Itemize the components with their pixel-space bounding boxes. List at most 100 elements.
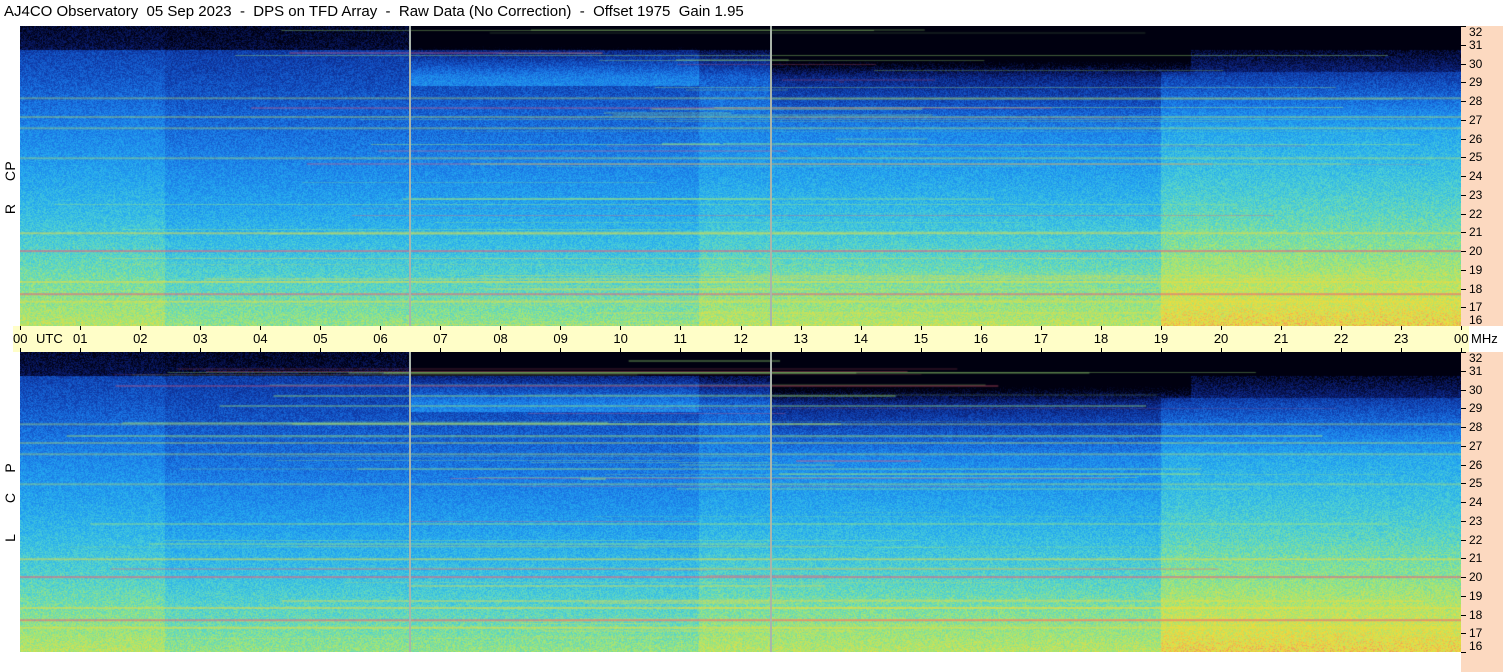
time-marker-line bbox=[409, 352, 412, 652]
utc-tick-label: 00 bbox=[13, 331, 28, 346]
utc-tick-label: 15 bbox=[913, 331, 929, 346]
rcp-spectrogram-image bbox=[20, 26, 1461, 326]
utc-tick bbox=[920, 326, 922, 330]
rcp-mhz-tick-label: 17 bbox=[1469, 300, 1483, 315]
lcp-polarization-label: P C L bbox=[0, 352, 20, 652]
lcp-spectrogram-image bbox=[20, 352, 1461, 652]
rcp-mhz-tick bbox=[1461, 119, 1466, 121]
lcp-mhz-tick-label: 26 bbox=[1469, 457, 1483, 472]
utc-tick bbox=[500, 326, 502, 330]
utc-tick bbox=[680, 326, 682, 330]
lcp-mhz-tick-label: 25 bbox=[1469, 476, 1483, 491]
utc-tick-label: 02 bbox=[133, 331, 148, 346]
utc-tick-label: 16 bbox=[973, 331, 989, 346]
rcp-mhz-tick bbox=[1461, 63, 1466, 65]
lcp-mhz-tick bbox=[1461, 502, 1466, 503]
utc-tick-label: 05 bbox=[313, 331, 328, 346]
time-marker-line bbox=[769, 26, 772, 326]
utc-tick-label: 20 bbox=[1213, 331, 1229, 346]
utc-tick bbox=[80, 326, 82, 330]
rcp-mhz-tick bbox=[1461, 213, 1466, 215]
utc-tick bbox=[1340, 326, 1342, 330]
lcp-letter-l: L bbox=[2, 534, 18, 542]
rcp-mhz-tick-label: 31 bbox=[1469, 37, 1483, 52]
utc-tick bbox=[620, 326, 622, 330]
lcp-mhz-tick-label: 23 bbox=[1469, 513, 1483, 528]
utc-tick bbox=[140, 326, 142, 330]
utc-tick bbox=[260, 326, 262, 330]
lcp-mhz-tick-label: 21 bbox=[1469, 551, 1483, 566]
lcp-mhz-tick-label: 29 bbox=[1469, 401, 1483, 416]
mhz-unit-label: MHz bbox=[1471, 331, 1498, 346]
rcp-mhz-tick bbox=[1461, 26, 1466, 27]
lcp-letter-p: P bbox=[2, 463, 18, 473]
rcp-mhz-tick-label: 23 bbox=[1469, 187, 1483, 202]
rcp-mhz-tick bbox=[1461, 176, 1466, 177]
lcp-mhz-tick-label: 32 bbox=[1469, 351, 1483, 365]
lcp-spectrogram-panel bbox=[20, 352, 1461, 652]
utc-tick bbox=[1461, 326, 1462, 330]
rcp-mhz-tick bbox=[1461, 138, 1466, 140]
lcp-mhz-tick-label: 19 bbox=[1469, 588, 1483, 603]
time-marker-line bbox=[409, 26, 412, 326]
rcp-mhz-tick-label: 29 bbox=[1469, 75, 1483, 90]
lcp-mhz-tick bbox=[1461, 652, 1466, 653]
utc-tick-label: 10 bbox=[613, 331, 628, 346]
rcp-mhz-tick-label: 30 bbox=[1469, 56, 1483, 71]
utc-tick-label: 18 bbox=[1093, 331, 1109, 346]
utc-tick bbox=[1160, 326, 1162, 330]
rcp-polarization-label: P C R bbox=[0, 26, 20, 326]
rcp-frequency-axis: 32 31 30 29 28 27 26 25 24 23 22 21 20 19 18 17 16 bbox=[1461, 26, 1503, 327]
lcp-mhz-tick-label: 24 bbox=[1469, 495, 1483, 509]
rcp-mhz-tick bbox=[1461, 101, 1466, 102]
rcp-mhz-tick bbox=[1461, 157, 1466, 159]
utc-tick-label: 14 bbox=[853, 331, 869, 346]
utc-tick bbox=[200, 326, 202, 330]
utc-tick-label: 11 bbox=[673, 331, 687, 346]
rcp-mhz-tick-label: 26 bbox=[1469, 131, 1483, 146]
utc-tick bbox=[440, 326, 442, 330]
utc-unit-label: UTC bbox=[36, 331, 63, 346]
utc-tick-label: 12 bbox=[733, 331, 748, 346]
rcp-mhz-tick-label: 18 bbox=[1469, 281, 1483, 296]
utc-tick bbox=[380, 326, 382, 330]
utc-tick-label: 13 bbox=[793, 331, 808, 346]
lcp-mhz-tick-label: 22 bbox=[1469, 532, 1483, 547]
rcp-spectrogram-panel bbox=[20, 26, 1461, 326]
rcp-letter-r: R bbox=[2, 203, 18, 215]
lcp-mhz-tick bbox=[1461, 427, 1466, 428]
utc-tick bbox=[740, 326, 742, 330]
utc-tick-label: 01 bbox=[73, 331, 88, 346]
rcp-mhz-tick bbox=[1461, 82, 1466, 84]
utc-tick-label: 03 bbox=[193, 331, 208, 346]
utc-tick-label: 22 bbox=[1333, 331, 1349, 346]
lcp-mhz-tick bbox=[1461, 595, 1466, 597]
lcp-mhz-tick bbox=[1461, 352, 1466, 353]
utc-tick-label: 07 bbox=[433, 331, 448, 346]
utc-tick bbox=[20, 326, 21, 330]
rcp-mhz-tick bbox=[1461, 269, 1466, 271]
rcp-mhz-tick-label: 28 bbox=[1469, 94, 1483, 108]
lcp-mhz-tick bbox=[1461, 389, 1466, 391]
lcp-mhz-tick bbox=[1461, 483, 1466, 485]
utc-tick-label: 21 bbox=[1273, 331, 1289, 346]
lcp-letter-c: C bbox=[2, 492, 18, 504]
rcp-mhz-tick-label: 27 bbox=[1469, 112, 1483, 127]
lcp-mhz-tick-label: 30 bbox=[1469, 382, 1483, 397]
utc-tick-label: 00 bbox=[1454, 331, 1469, 346]
rcp-mhz-tick bbox=[1461, 251, 1466, 252]
lcp-mhz-tick bbox=[1461, 539, 1466, 541]
rcp-mhz-tick-label: 25 bbox=[1469, 150, 1483, 165]
utc-tick-label: 08 bbox=[493, 331, 508, 346]
lcp-mhz-tick bbox=[1461, 614, 1466, 616]
lcp-mhz-tick-label: 17 bbox=[1469, 626, 1483, 641]
lcp-mhz-tick-label: 18 bbox=[1469, 607, 1483, 622]
rcp-mhz-tick bbox=[1461, 44, 1466, 46]
utc-tick bbox=[560, 326, 562, 330]
rcp-mhz-tick-label: 20 bbox=[1469, 244, 1483, 258]
lcp-mhz-tick-label: 27 bbox=[1469, 438, 1483, 453]
utc-tick bbox=[1040, 326, 1042, 330]
utc-time-axis: 00 UTC 01 02 03 04 05 06 07 08 09 10 11 12 13 14 15 16 17 1… bbox=[13, 326, 1498, 352]
utc-tick-label: 19 bbox=[1153, 331, 1169, 346]
lcp-mhz-tick-label: 28 bbox=[1469, 420, 1483, 434]
